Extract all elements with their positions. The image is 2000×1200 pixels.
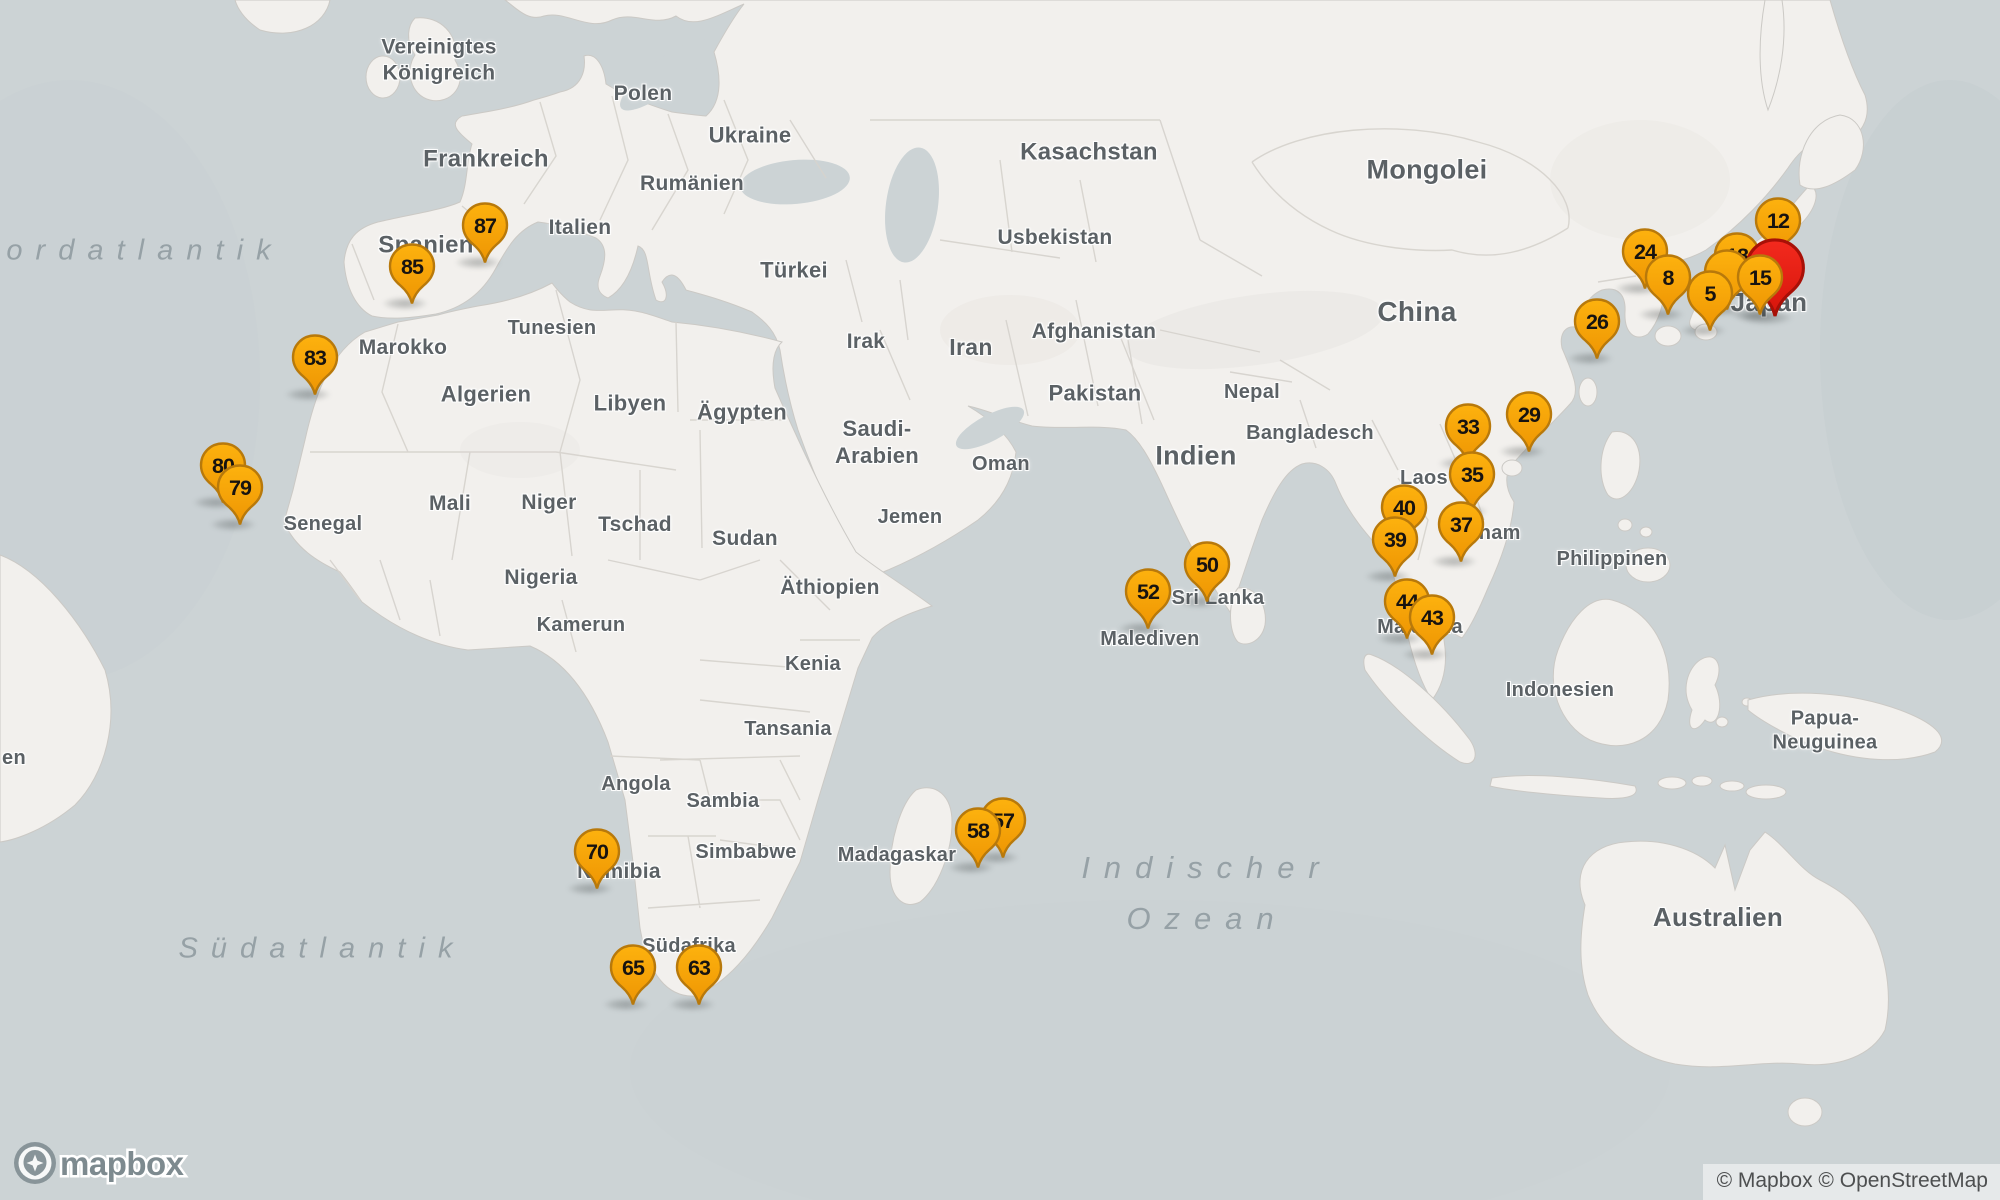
map-pin[interactable]: 15 — [1736, 254, 1784, 316]
map-pin[interactable]: 43 — [1408, 594, 1456, 656]
map-pin[interactable]: 65 — [609, 944, 657, 1006]
map-pin-number: 8 — [1663, 266, 1675, 290]
map-pin-number: 83 — [304, 346, 327, 370]
attribution-text[interactable]: © Mapbox © OpenStreetMap — [1717, 1169, 1988, 1192]
map-pin[interactable]: 50 — [1183, 541, 1231, 603]
markers-layer: 33 29 35 40 37 39 44 43 50 52 57 58 70 65 63 80 79 83 85 87… — [0, 0, 2000, 1200]
map-pin-number: 26 — [1586, 310, 1609, 334]
map-pin-number: 50 — [1196, 553, 1219, 577]
map-pin[interactable]: 87 — [461, 202, 509, 264]
map-pin[interactable]: 37 — [1437, 501, 1485, 563]
map-pin-number: 35 — [1461, 463, 1484, 487]
map-canvas[interactable]: Vereinigtes Königreich Polen Ukraine Frankr… — [0, 0, 2000, 1200]
map-pin[interactable]: 5 — [1686, 270, 1734, 332]
map-pin-number: 65 — [622, 956, 645, 980]
map-pin[interactable]: 63 — [675, 944, 723, 1006]
map-pin[interactable]: 85 — [388, 243, 436, 305]
map-pin-number: 85 — [401, 255, 424, 279]
map-pin-number: 79 — [229, 476, 252, 500]
map-pin-number: 12 — [1767, 209, 1790, 233]
map-pin-number: 5 — [1705, 282, 1717, 306]
map-pin-number: 15 — [1749, 266, 1772, 290]
map-pin-number: 63 — [688, 956, 711, 980]
map-pin-number: 39 — [1384, 528, 1407, 552]
map-pin[interactable]: 26 — [1573, 298, 1621, 360]
map-pin[interactable]: 8 — [1644, 254, 1692, 316]
map-attribution[interactable]: © Mapbox © OpenStreetMap — [1702, 1164, 2000, 1200]
map-pin-number: 70 — [586, 840, 609, 864]
map-pin-number: 43 — [1421, 606, 1444, 630]
map-pin[interactable]: 83 — [291, 334, 339, 396]
mapbox-logo-icon — [14, 1142, 56, 1184]
map-pin[interactable]: 70 — [573, 828, 621, 890]
map-pin-number: 37 — [1450, 513, 1473, 537]
map-pin[interactable]: 39 — [1371, 516, 1419, 578]
map-pin[interactable]: 79 — [216, 464, 264, 526]
map-pin[interactable]: 58 — [954, 807, 1002, 869]
map-pin-number: 58 — [967, 819, 990, 843]
map-pin-number: 33 — [1457, 415, 1480, 439]
mapbox-logo-text: mapbox — [60, 1145, 185, 1182]
map-pin-number: 52 — [1137, 580, 1160, 604]
map-pin-number: 87 — [474, 214, 497, 238]
mapbox-logo[interactable]: mapbox — [10, 1137, 190, 1194]
map-pin[interactable]: 52 — [1124, 568, 1172, 630]
map-pin-number: 29 — [1518, 403, 1541, 427]
map-pin[interactable]: 29 — [1505, 391, 1553, 453]
